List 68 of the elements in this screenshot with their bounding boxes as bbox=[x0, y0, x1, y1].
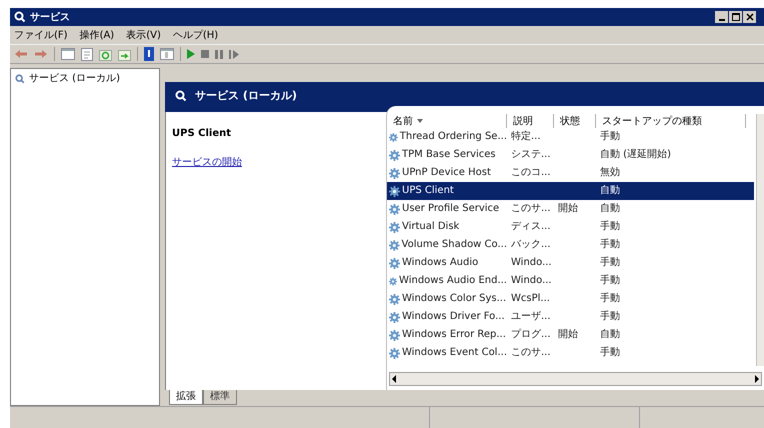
table-cell: このコ... bbox=[511, 167, 551, 178]
table-cell: 手動 bbox=[600, 347, 620, 358]
table-cell: 手動 bbox=[600, 131, 620, 142]
table-cell: Windo... bbox=[511, 257, 552, 268]
table-row[interactable]: UPnP Device Host このコ... 無効 bbox=[387, 164, 754, 182]
table-cell: 自動 (遅延開始) bbox=[600, 149, 671, 160]
table-cell: Windows Color Sys... bbox=[402, 294, 506, 304]
table-cell: 手動 bbox=[600, 257, 620, 268]
table-cell: Volume Shadow Co... bbox=[402, 240, 507, 250]
table-cell: UPS Client bbox=[402, 186, 454, 196]
table-cell: 自動 bbox=[600, 203, 620, 214]
table-row[interactable]: Windows Audio Windo... 手動 bbox=[387, 254, 754, 272]
table-row[interactable]: Windows Audio End... Windo... 手動 bbox=[387, 272, 754, 290]
table-cell: ユーザ... bbox=[511, 311, 551, 322]
table-cell: 開始 bbox=[558, 329, 578, 340]
table-cell: Windows Audio End... bbox=[399, 276, 507, 286]
table-row[interactable]: Windows Color Sys... WcsPl... 手動 bbox=[387, 290, 754, 308]
table-cell: Windo... bbox=[511, 275, 552, 286]
table-cell: 手動 bbox=[600, 311, 620, 322]
tab[interactable]: 標準 bbox=[203, 390, 237, 405]
table-cell: 自動 bbox=[600, 329, 620, 340]
table-row[interactable]: TPM Base Services システ... 自動 (遅延開始) bbox=[387, 146, 754, 164]
table-cell: 無効 bbox=[600, 167, 620, 178]
table-cell: TPM Base Services bbox=[402, 150, 496, 160]
menu-item[interactable]: ファイル(F) bbox=[14, 28, 68, 42]
table-cell: このサ... bbox=[511, 203, 551, 214]
table-cell: このサ... bbox=[511, 347, 551, 358]
menu-item[interactable]: 操作(A) bbox=[80, 28, 114, 42]
table-cell: 自動 bbox=[600, 185, 620, 196]
table-cell: Windows Driver Fo... bbox=[402, 312, 505, 322]
table-cell: プログ... bbox=[511, 329, 551, 340]
service-name: UPS Client bbox=[172, 127, 232, 141]
column-header[interactable]: 状態 bbox=[554, 114, 596, 128]
table-cell: 手動 bbox=[600, 221, 620, 232]
table-row[interactable]: Thread Ordering Se... 特定... 手動 bbox=[387, 128, 754, 146]
table-cell: UPnP Device Host bbox=[402, 168, 491, 178]
column-header[interactable]: 説明 bbox=[507, 114, 554, 128]
menu-item[interactable]: 表示(V) bbox=[126, 28, 161, 42]
table-row[interactable]: Windows Error Rep... プログ... 開始 自動 bbox=[387, 326, 754, 344]
table-cell: 特定... bbox=[511, 131, 541, 142]
table-cell: Thread Ordering Se... bbox=[400, 132, 507, 142]
tree-item[interactable]: サービス (ローカル) bbox=[13, 71, 157, 86]
start-service-link[interactable]: サービスの開始 bbox=[172, 155, 242, 170]
table-row[interactable]: User Profile Service このサ... 開始 自動 bbox=[387, 200, 754, 218]
table-cell: Virtual Disk bbox=[402, 222, 460, 232]
table-cell: システ... bbox=[511, 149, 551, 160]
table-cell: 手動 bbox=[600, 293, 620, 304]
table-cell: 手動 bbox=[600, 239, 620, 250]
table-cell: Windows Audio bbox=[402, 258, 478, 268]
table-cell: User Profile Service bbox=[402, 204, 500, 214]
column-header[interactable]: 名前 bbox=[387, 114, 507, 128]
table-cell: 手動 bbox=[600, 275, 620, 286]
table-cell: WcsPl... bbox=[511, 293, 550, 304]
table-row[interactable]: Windows Driver Fo... ユーザ... 手動 bbox=[387, 308, 754, 326]
table-cell: Windows Event Col... bbox=[402, 348, 507, 358]
table-cell: 開始 bbox=[558, 203, 578, 214]
window-title: サービス bbox=[30, 10, 70, 24]
table-row[interactable]: Volume Shadow Co... バック... 手動 bbox=[387, 236, 754, 254]
table-row[interactable]: Windows Event Col... このサ... 手動 bbox=[387, 344, 754, 362]
table-cell: Windows Error Rep... bbox=[402, 330, 506, 340]
menu-item[interactable]: ヘルプ(H) bbox=[172, 28, 218, 42]
table-cell: バック... bbox=[511, 239, 551, 250]
table-row[interactable]: UPS Client 自動 bbox=[387, 182, 754, 200]
column-header[interactable]: スタートアップの種類 bbox=[596, 114, 746, 128]
panel-title: サービス (ローカル) bbox=[195, 88, 297, 104]
table-cell: ディス... bbox=[511, 221, 551, 232]
tab[interactable]: 拡張 bbox=[169, 390, 203, 405]
table-row[interactable]: Virtual Disk ディス... 手動 bbox=[387, 218, 754, 236]
